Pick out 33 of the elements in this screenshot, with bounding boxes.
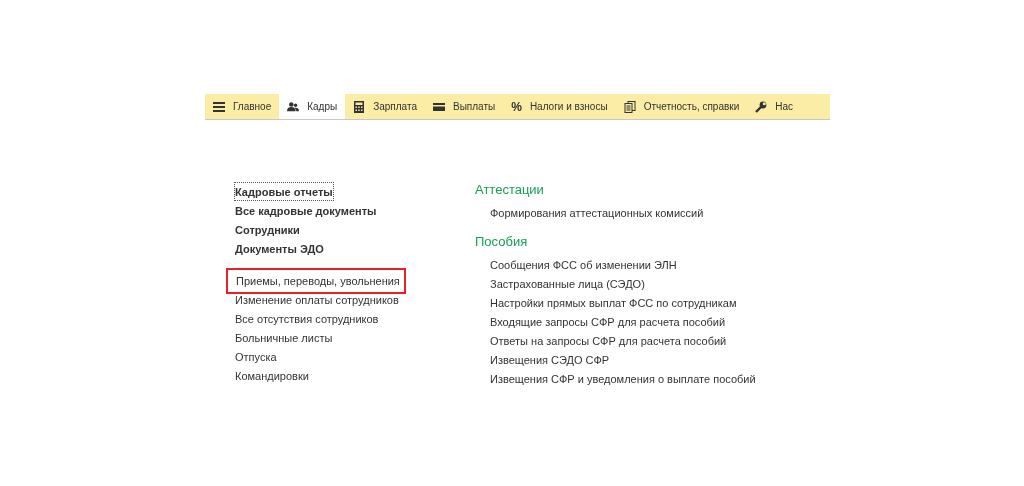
percent-icon: % bbox=[511, 99, 522, 114]
nav-link[interactable]: Все отсутствия сотрудников bbox=[226, 309, 388, 328]
nav-link[interactable]: Извещения СФР и уведомления о выплате пособий bbox=[475, 370, 771, 389]
nav-link[interactable]: Настройки прямых выплат ФСС по сотрудникам bbox=[475, 294, 752, 313]
menu-icon bbox=[213, 100, 225, 113]
nav-link[interactable]: Все кадровые документы bbox=[226, 201, 386, 220]
section-heading: Аттестации bbox=[475, 182, 544, 198]
section-tab[interactable]: Выплаты bbox=[425, 94, 504, 119]
calculator-icon bbox=[353, 100, 366, 113]
nav-link[interactable]: Входящие запросы СФР для расчета пособий bbox=[475, 313, 741, 332]
nav-link[interactable]: Ответы на запросы СФР для расчета пособий bbox=[475, 332, 742, 351]
nav-link[interactable]: Сообщения ФСС об изменении ЭЛН bbox=[475, 256, 692, 275]
section-tab[interactable]: % Налоги и взносы bbox=[503, 94, 616, 119]
card-icon bbox=[433, 100, 445, 113]
section-tab[interactable]: Отчетность, справки bbox=[615, 94, 748, 119]
section-tab[interactable]: Нас bbox=[747, 94, 802, 119]
section-tab[interactable]: Кадры bbox=[279, 94, 346, 119]
nav-link[interactable]: Застрахованные лица (СЭДО) bbox=[475, 275, 660, 294]
nav-link[interactable]: Отпуска bbox=[226, 347, 286, 366]
section-tab[interactable]: Зарплата bbox=[345, 94, 425, 119]
wrench-icon bbox=[755, 100, 768, 113]
section-tab[interactable]: Главное bbox=[205, 94, 280, 119]
people-icon bbox=[287, 100, 300, 113]
nav-link[interactable]: Приемы, переводы, увольнения bbox=[226, 268, 406, 294]
nav-link[interactable]: Формирования аттестационных комиссий bbox=[475, 204, 719, 223]
documents-icon bbox=[623, 100, 636, 113]
nav-link[interactable]: Документы ЭДО bbox=[226, 239, 333, 258]
nav-link[interactable]: Больничные листы bbox=[226, 328, 342, 347]
nav-link[interactable]: Командировки bbox=[226, 366, 318, 385]
nav-link[interactable]: Кадровые отчеты bbox=[234, 182, 334, 201]
nav-link[interactable]: Сотрудники bbox=[226, 220, 309, 239]
nav-link[interactable]: Извещения СЭДО СФР bbox=[475, 351, 625, 370]
section-heading: Пособия bbox=[475, 234, 528, 250]
